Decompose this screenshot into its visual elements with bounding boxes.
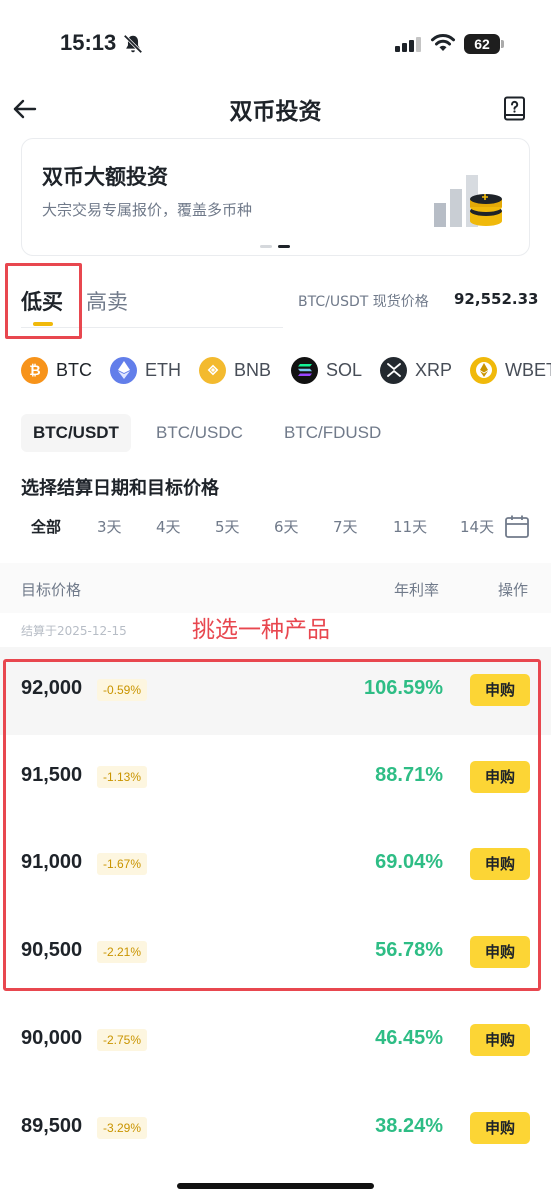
bitcoin-icon: ₿ [21,356,48,384]
page-title: 双币投资 [229,99,322,125]
home-indicator[interactable] [177,1183,374,1189]
tab-sell-high[interactable]: 高卖 [86,286,128,316]
wbeth-icon [470,356,497,384]
help-book-icon[interactable] [503,96,527,122]
pair-btc-usdc[interactable]: BTC/USDC [156,414,243,452]
coin-selector: ₿ BTC ETH BNB SOL XRP WBETH [21,354,551,388]
calendar-icon[interactable] [504,514,530,540]
annotation-text: 挑选一种产品 [192,617,330,643]
day-filter-all[interactable]: 全部 [31,516,61,537]
banner-coins-chart-icon [434,175,502,227]
tab-highlight-annotation [5,263,82,339]
banner-subtitle: 大宗交易专属报价，覆盖多币种 [42,201,253,219]
day-filter-11[interactable]: 11天 [393,516,427,537]
price-change-badge: -2.75% [97,1029,148,1051]
status-time: 15:13 [60,30,117,55]
column-action: 操作 [498,581,529,599]
banner-title: 双币大额投资 [42,165,168,189]
coin-label: WBETH [505,359,551,380]
rows-highlight-annotation [3,659,541,991]
coin-btc[interactable]: ₿ BTC [21,354,92,386]
target-price: 90,000 [21,1027,83,1049]
product-row[interactable]: 89,500 -3.29% 38.24% 申购 [0,1085,551,1173]
coin-bnb[interactable]: BNB [199,354,271,386]
battery-indicator: 62 [464,34,500,54]
carousel-dot[interactable] [260,245,272,248]
battery-tip [501,40,504,48]
carousel-dots [260,245,292,249]
coin-sol[interactable]: SOL [291,354,362,386]
apr-value: 46.45% [375,1027,443,1049]
coin-label: BTC [56,359,92,380]
target-price: 89,500 [21,1115,83,1137]
coin-label: XRP [415,359,453,380]
wifi-icon [431,34,455,51]
status-bar: 15:13 62 [0,0,551,90]
cellular-signal-icon [395,37,421,52]
price-change-badge: -3.29% [97,1117,148,1139]
subscribe-button[interactable]: 申购 [470,1024,530,1056]
coin-label: BNB [234,359,272,380]
ethereum-icon [110,356,137,384]
column-apr: 年利率 [394,581,440,599]
spot-price-label: BTC/USDT 现货价格 [298,294,429,310]
day-filter-14[interactable]: 14天 [460,516,494,537]
solana-icon [291,356,318,384]
day-filter-5[interactable]: 5天 [215,516,240,537]
spot-price-value: 92,552.33 [454,290,539,308]
day-filter-3[interactable]: 3天 [97,516,122,537]
coin-label: ETH [145,359,181,380]
apr-value: 38.24% [375,1115,443,1137]
bell-muted-icon [123,34,143,54]
subscribe-button[interactable]: 申购 [470,1112,530,1144]
bnb-icon [199,356,226,384]
coin-wbeth[interactable]: WBETH [470,354,551,386]
product-row[interactable]: 90,000 -2.75% 46.45% 申购 [0,997,551,1085]
pair-btc-usdt[interactable]: BTC/USDT [21,414,131,452]
xrp-icon [380,356,407,384]
coin-eth[interactable]: ETH [110,354,181,386]
list-header [0,563,551,613]
svg-text:₿: ₿ [29,363,40,378]
promo-banner[interactable]: 双币大额投资 大宗交易专属报价，覆盖多币种 [21,138,530,256]
settlement-date: 结算于2025-12-15 [21,624,127,638]
day-filter-6[interactable]: 6天 [274,516,299,537]
day-filter-7[interactable]: 7天 [333,516,358,537]
column-target-price: 目标价格 [21,581,82,599]
pair-btc-fdusd[interactable]: BTC/FDUSD [284,414,381,452]
coin-label: SOL [326,359,363,380]
day-filter-4[interactable]: 4天 [156,516,181,537]
date-section-title: 选择结算日期和目标价格 [21,478,219,499]
carousel-dot-active[interactable] [278,245,290,248]
coin-xrp[interactable]: XRP [380,354,452,386]
